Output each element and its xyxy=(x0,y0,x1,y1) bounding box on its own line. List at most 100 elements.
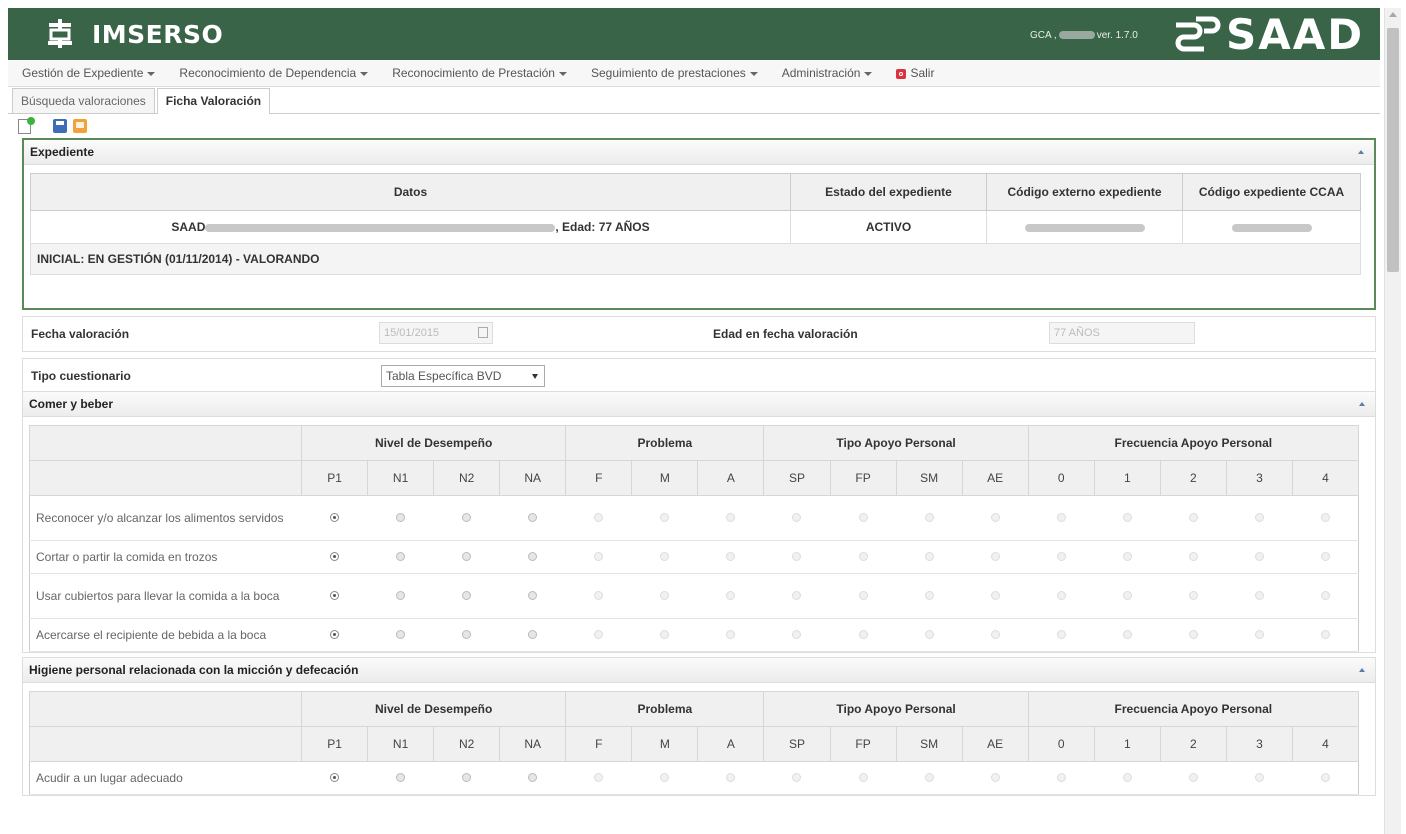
radio-na[interactable] xyxy=(528,513,538,522)
radio-n2[interactable] xyxy=(462,552,472,561)
radio-n1[interactable] xyxy=(396,552,406,561)
radio-4[interactable] xyxy=(1320,773,1330,782)
radio-sp[interactable] xyxy=(792,513,802,522)
menu-seguimiento-prestaciones[interactable]: Seguimiento de prestaciones xyxy=(579,66,770,80)
expediente-header[interactable]: Expediente xyxy=(24,140,1374,165)
radio-0[interactable] xyxy=(1056,552,1066,561)
radio-0[interactable] xyxy=(1056,773,1066,782)
radio-2[interactable] xyxy=(1188,552,1198,561)
radio-sp[interactable] xyxy=(792,591,802,600)
radio-m[interactable] xyxy=(660,513,670,522)
radio-ae[interactable] xyxy=(990,513,1000,522)
radio-1[interactable] xyxy=(1122,591,1132,600)
radio-sp[interactable] xyxy=(792,552,802,561)
radio-ae[interactable] xyxy=(990,591,1000,600)
radio-3[interactable] xyxy=(1254,552,1264,561)
radio-sp[interactable] xyxy=(792,773,802,782)
radio-m[interactable] xyxy=(660,552,670,561)
radio-p1[interactable] xyxy=(330,513,340,522)
radio-n2[interactable] xyxy=(462,513,472,522)
scroll-up-icon[interactable] xyxy=(1389,12,1397,17)
radio-4[interactable] xyxy=(1320,513,1330,522)
section-header[interactable]: Comer y beber xyxy=(23,392,1375,417)
radio-1[interactable] xyxy=(1122,630,1132,639)
radio-p1[interactable] xyxy=(330,630,340,639)
radio-sm[interactable] xyxy=(924,630,934,639)
radio-0[interactable] xyxy=(1056,591,1066,600)
radio-ae[interactable] xyxy=(990,773,1000,782)
radio-a[interactable] xyxy=(726,773,736,782)
print-icon[interactable] xyxy=(73,119,87,133)
radio-fp[interactable] xyxy=(858,630,868,639)
radio-2[interactable] xyxy=(1188,773,1198,782)
radio-na[interactable] xyxy=(528,630,538,639)
vertical-scrollbar[interactable] xyxy=(1384,8,1401,834)
radio-f[interactable] xyxy=(594,513,604,522)
scroll-thumb[interactable] xyxy=(1387,28,1399,272)
radio-m[interactable] xyxy=(660,591,670,600)
radio-4[interactable] xyxy=(1320,552,1330,561)
radio-sm[interactable] xyxy=(924,773,934,782)
section-header[interactable]: Higiene personal relacionada con la micc… xyxy=(23,658,1375,683)
menu-reconocimiento-dependencia[interactable]: Reconocimiento de Dependencia xyxy=(167,66,380,80)
radio-3[interactable] xyxy=(1254,773,1264,782)
radio-4[interactable] xyxy=(1320,630,1330,639)
edad-input[interactable]: 77 AÑOS xyxy=(1049,322,1195,344)
radio-n1[interactable] xyxy=(396,630,406,639)
radio-0[interactable] xyxy=(1056,630,1066,639)
radio-f[interactable] xyxy=(594,552,604,561)
tab-busqueda-valoraciones[interactable]: Búsqueda valoraciones xyxy=(12,88,155,113)
radio-na[interactable] xyxy=(528,773,538,782)
radio-na[interactable] xyxy=(528,591,538,600)
radio-a[interactable] xyxy=(726,591,736,600)
radio-p1[interactable] xyxy=(330,552,340,561)
radio-a[interactable] xyxy=(726,630,736,639)
radio-sm[interactable] xyxy=(924,552,934,561)
radio-p1[interactable] xyxy=(330,591,340,600)
radio-3[interactable] xyxy=(1254,630,1264,639)
radio-f[interactable] xyxy=(594,591,604,600)
radio-n2[interactable] xyxy=(462,591,472,600)
radio-3[interactable] xyxy=(1254,591,1264,600)
save-icon[interactable] xyxy=(53,119,67,133)
collapse-icon[interactable] xyxy=(1358,150,1364,154)
radio-f[interactable] xyxy=(594,773,604,782)
radio-fp[interactable] xyxy=(858,552,868,561)
menu-reconocimiento-prestacion[interactable]: Reconocimiento de Prestación xyxy=(380,66,579,80)
radio-m[interactable] xyxy=(660,773,670,782)
radio-m[interactable] xyxy=(660,630,670,639)
collapse-icon[interactable] xyxy=(1359,402,1365,406)
menu-salir[interactable]: Salir xyxy=(884,66,946,80)
radio-1[interactable] xyxy=(1122,513,1132,522)
tipo-cuestionario-select[interactable]: Tabla Específica BVD xyxy=(381,365,545,387)
radio-2[interactable] xyxy=(1188,591,1198,600)
radio-2[interactable] xyxy=(1188,630,1198,639)
menu-administracion[interactable]: Administración xyxy=(770,66,885,80)
radio-f[interactable] xyxy=(594,630,604,639)
radio-0[interactable] xyxy=(1056,513,1066,522)
radio-fp[interactable] xyxy=(858,591,868,600)
radio-p1[interactable] xyxy=(330,773,340,782)
radio-sp[interactable] xyxy=(792,630,802,639)
radio-1[interactable] xyxy=(1122,773,1132,782)
radio-a[interactable] xyxy=(726,513,736,522)
radio-a[interactable] xyxy=(726,552,736,561)
new-document-icon[interactable] xyxy=(18,116,35,134)
radio-fp[interactable] xyxy=(858,773,868,782)
tab-ficha-valoracion[interactable]: Ficha Valoración xyxy=(156,88,271,114)
radio-fp[interactable] xyxy=(858,513,868,522)
radio-sm[interactable] xyxy=(924,591,934,600)
radio-3[interactable] xyxy=(1254,513,1264,522)
radio-sm[interactable] xyxy=(924,513,934,522)
calendar-icon[interactable] xyxy=(478,327,488,338)
radio-ae[interactable] xyxy=(990,552,1000,561)
radio-ae[interactable] xyxy=(990,630,1000,639)
radio-2[interactable] xyxy=(1188,513,1198,522)
radio-1[interactable] xyxy=(1122,552,1132,561)
radio-n1[interactable] xyxy=(396,513,406,522)
radio-n2[interactable] xyxy=(462,773,472,782)
radio-n1[interactable] xyxy=(396,591,406,600)
fecha-valoracion-input[interactable]: 15/01/2015 xyxy=(379,322,493,344)
radio-n2[interactable] xyxy=(462,630,472,639)
radio-n1[interactable] xyxy=(396,773,406,782)
